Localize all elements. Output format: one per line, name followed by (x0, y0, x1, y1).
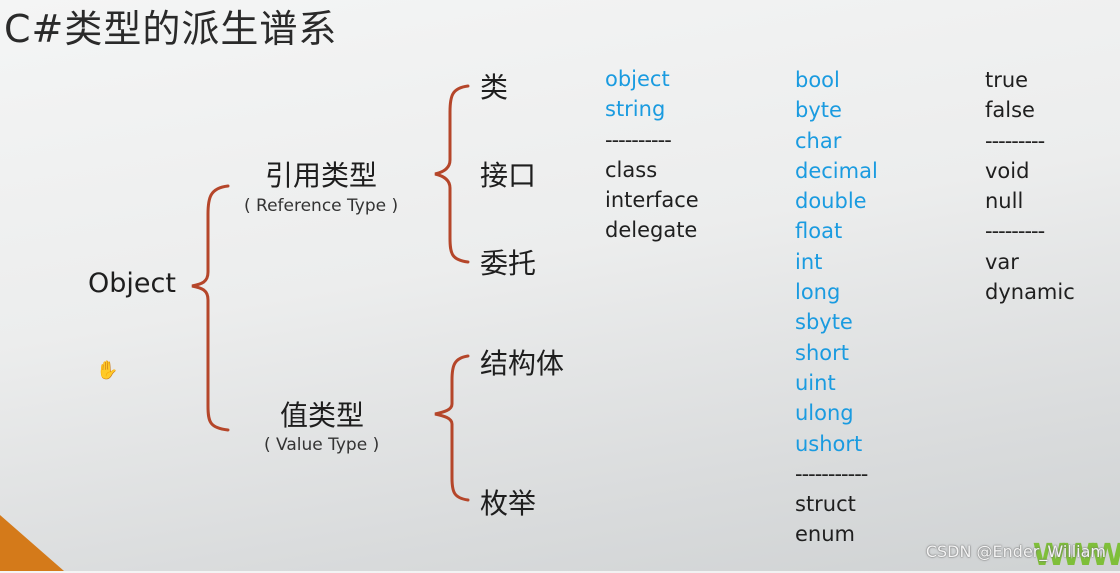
root-brace-icon (191, 184, 230, 432)
reference-type-label: 引用类型 (265, 159, 378, 192)
ref-child-class: 类 (480, 71, 509, 104)
keyword-short: short (795, 340, 849, 365)
keyword-double: double (795, 189, 867, 214)
ref-child-delegate: 委托 (480, 247, 537, 280)
keyword-char: char (795, 128, 842, 153)
keyword-sbyte: sbyte (795, 310, 853, 335)
other-keyword-column: true false --------- void null ---------… (985, 65, 1075, 307)
keyword-string: string (605, 97, 666, 122)
ref-child-interface: 接口 (480, 159, 537, 192)
reference-keyword-column: object string ---------- class interface… (605, 64, 699, 246)
keyword-separator: --------- (985, 219, 1045, 244)
keyword-struct: struct (795, 492, 856, 517)
watermark: CSDN @Ender_William (925, 542, 1106, 561)
hand-cursor-icon: ✋ (96, 360, 119, 381)
keyword-separator: --------- (985, 128, 1045, 153)
keyword-enum: enum (795, 522, 855, 547)
keyword-decimal: decimal (795, 158, 878, 183)
keyword-class: class (605, 157, 658, 182)
keyword-object: object (605, 67, 670, 91)
reference-brace-icon (434, 84, 470, 264)
value-child-enum: 枚举 (480, 487, 537, 520)
value-type-sublabel: ( Value Type ) (264, 435, 380, 455)
value-keyword-column: bool byte char decimal double float int … (795, 65, 878, 550)
keyword-ulong: ulong (795, 401, 854, 426)
keyword-uint: uint (795, 370, 836, 395)
keyword-true: true (985, 68, 1029, 92)
slide-title: C#类型的派生谱系 (4, 7, 338, 51)
keyword-separator: ----------- (795, 461, 868, 486)
keyword-interface: interface (605, 188, 699, 213)
keyword-delegate: delegate (605, 218, 698, 243)
reference-type-sublabel: ( Reference Type ) (244, 196, 399, 216)
keyword-int: int (795, 249, 823, 274)
keyword-float: float (795, 219, 843, 244)
keyword-var: var (985, 249, 1019, 274)
keyword-ushort: ushort (795, 431, 863, 456)
root-node-object: Object (88, 268, 176, 299)
value-child-struct: 结构体 (480, 347, 565, 380)
value-brace-icon (434, 354, 470, 502)
keyword-dynamic: dynamic (985, 280, 1075, 305)
corner-accent (0, 515, 64, 571)
keyword-void: void (985, 158, 1030, 183)
keyword-bool: bool (795, 68, 840, 92)
keyword-byte: byte (795, 98, 842, 123)
value-type-label: 值类型 (280, 399, 365, 432)
keyword-false: false (985, 98, 1035, 123)
keyword-separator: ---------- (605, 127, 672, 152)
keyword-long: long (795, 280, 841, 305)
keyword-null: null (985, 189, 1024, 214)
